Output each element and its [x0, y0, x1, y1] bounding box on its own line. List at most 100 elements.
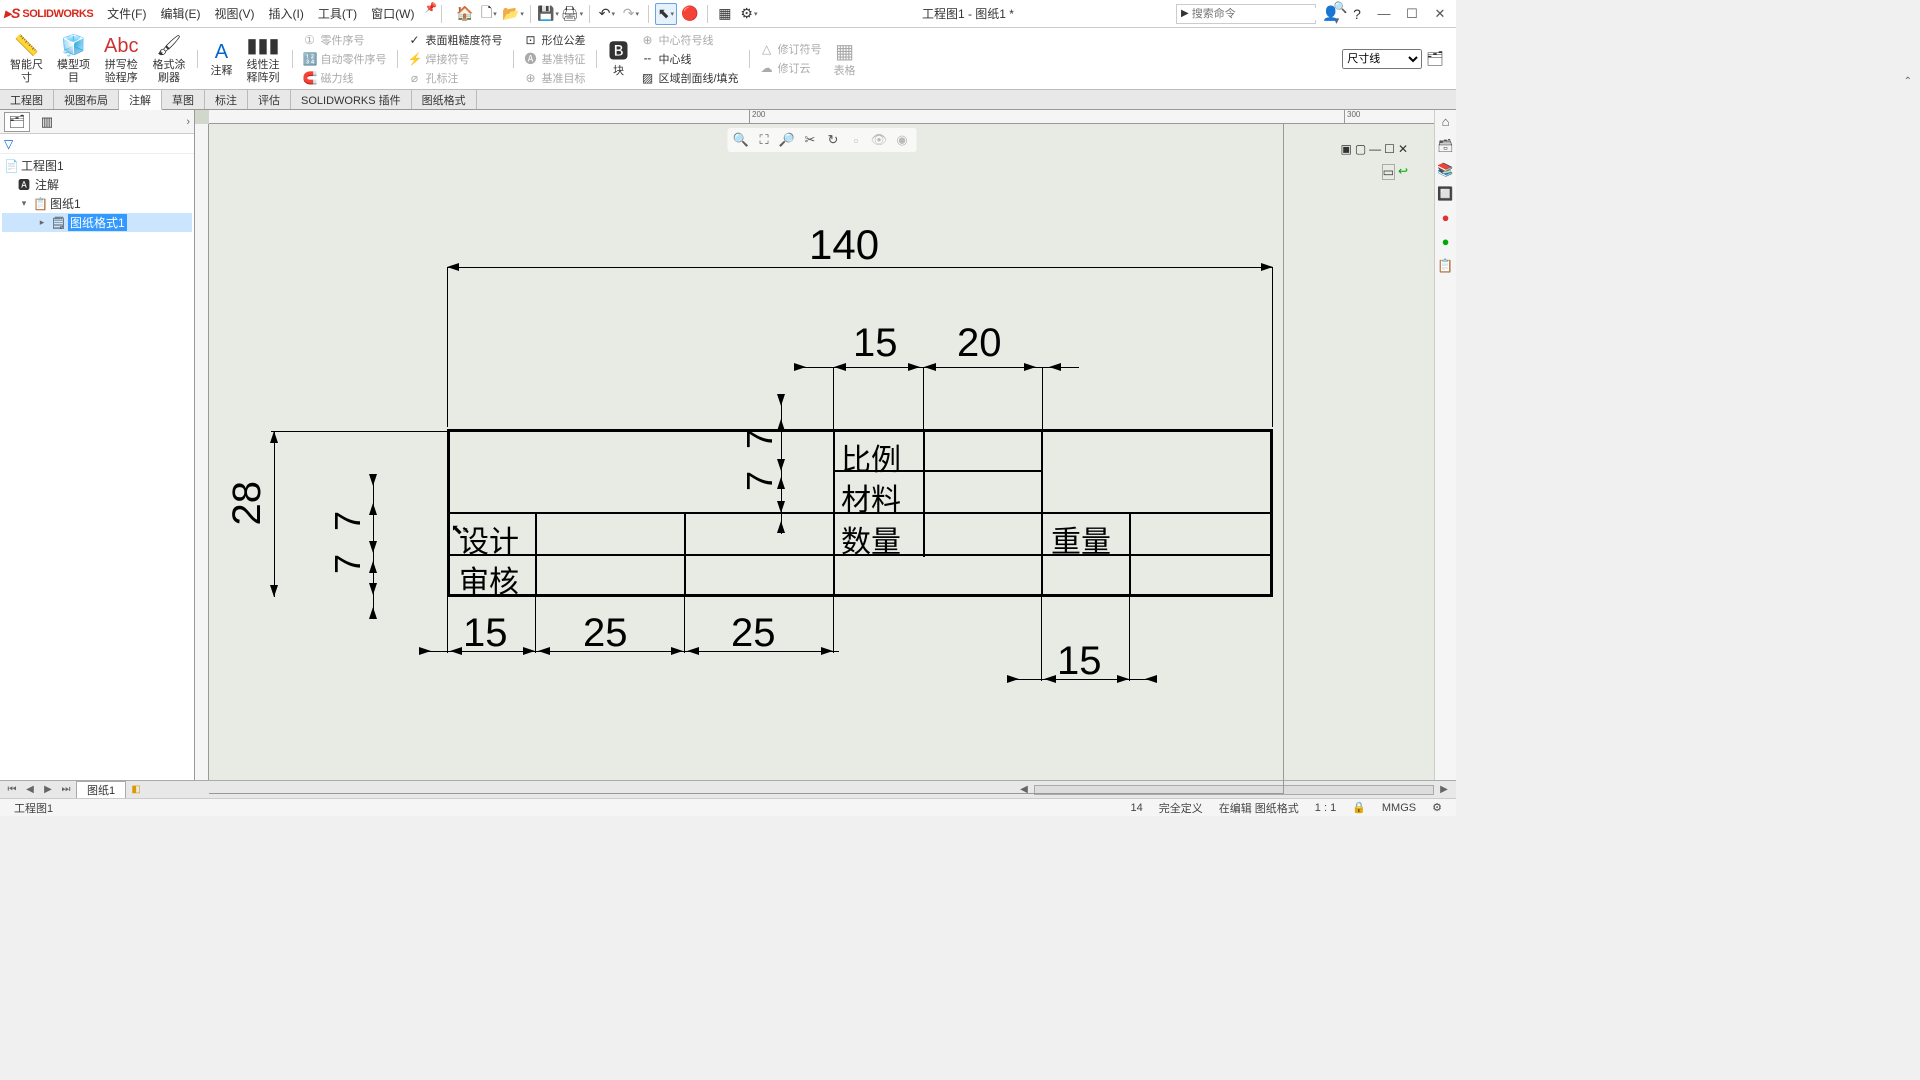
layer-select[interactable]: 尺寸线: [1342, 49, 1422, 69]
menu-insert[interactable]: 插入(I): [262, 3, 309, 24]
mt-min-icon[interactable]: —: [1369, 142, 1381, 156]
select-icon[interactable]: ⬉: [655, 3, 677, 25]
label-qty: 数量: [841, 517, 901, 561]
status-scale[interactable]: 1 : 1: [1307, 802, 1344, 814]
format-painter-button[interactable]: 🖌格式涂 刷器: [146, 31, 191, 87]
tab-drawing[interactable]: 工程图: [0, 90, 54, 109]
feature-manager: 🗂 ▥ › ▽ 📄工程图1 🅰注解 ▾📋图纸1 ▸🗒图纸格式1: [0, 110, 195, 780]
status-units[interactable]: MMGS: [1374, 802, 1424, 814]
menu-file[interactable]: 文件(F): [101, 3, 152, 24]
mt-cascade-icon[interactable]: ▢: [1355, 142, 1366, 156]
label-material: 材料: [841, 475, 901, 519]
rb-forum-icon[interactable]: 📋: [1437, 258, 1455, 276]
dim-7-top: 7: [739, 429, 781, 449]
tab-sketch[interactable]: 草图: [162, 90, 205, 109]
menu-edit[interactable]: 编辑(E): [154, 3, 206, 24]
fm-filter[interactable]: ▽: [0, 134, 194, 154]
layer-props-icon[interactable]: 🗂: [1426, 50, 1444, 67]
app-logo: ▸S SOLIDWORKS: [4, 5, 93, 22]
close-button[interactable]: ✕: [1428, 4, 1452, 24]
print-icon[interactable]: 🖨: [561, 3, 583, 25]
tab-annotate[interactable]: 注解: [119, 90, 162, 110]
menu-view[interactable]: 视图(V): [208, 3, 260, 24]
title-block[interactable]: 140 15 20: [209, 219, 1299, 659]
new-icon[interactable]: 🗋: [478, 3, 500, 25]
dim-15-right: 15: [1057, 639, 1102, 684]
rb-home-icon[interactable]: ⌂: [1437, 114, 1455, 132]
sheet-tab-1[interactable]: 图纸1: [76, 781, 126, 798]
sheet-last-icon[interactable]: ⏭: [58, 784, 74, 795]
filter-icon[interactable]: ▦: [714, 3, 736, 25]
rb-lib-icon[interactable]: 📚: [1437, 162, 1455, 180]
feature-tree[interactable]: 📄工程图1 🅰注解 ▾📋图纸1 ▸🗒图纸格式1: [0, 154, 194, 780]
command-search[interactable]: ▶ 🔍▾: [1176, 4, 1316, 24]
area-hatch-button[interactable]: ▨区域剖面线/填充: [637, 69, 743, 87]
fm-tab-prop[interactable]: ▥: [34, 112, 60, 132]
surface-finish-button[interactable]: ✓表面粗糙度符号: [404, 31, 507, 49]
rebuild-icon[interactable]: 🔴: [679, 3, 701, 25]
sheet-first-icon[interactable]: ⏮: [4, 784, 20, 795]
centerline-button[interactable]: ╌中心线: [637, 50, 743, 68]
rb-appearance-icon[interactable]: ●: [1437, 210, 1455, 228]
tree-root: 📄工程图1: [2, 156, 192, 175]
note-button[interactable]: A注释: [204, 31, 238, 87]
search-play-icon: ▶: [1181, 8, 1189, 19]
login-icon[interactable]: 👤: [1320, 3, 1342, 25]
undo-icon[interactable]: ↶: [596, 3, 618, 25]
dim-7-left-top: 7: [327, 511, 369, 531]
quick-access: 🏠 🗋 📂 💾 🖨 ↶ ↷ ⬉ 🔴 ▦ ⚙: [454, 3, 760, 25]
tab-evaluate[interactable]: 评估: [248, 90, 291, 109]
sheet-add-icon[interactable]: ◧: [128, 784, 144, 795]
block-button[interactable]: 🅱块: [603, 31, 635, 87]
drawing-canvas[interactable]: 🔍 ⛶ 🔎 ✂ ↻ ▫ 👁 ◉ 140: [209, 124, 1434, 780]
hole-callout-button: ⌀孔标注: [404, 69, 507, 87]
help-icon[interactable]: ?: [1346, 3, 1368, 25]
spell-check-button[interactable]: Abc拼写检 验程序: [98, 31, 144, 87]
minimize-button[interactable]: —: [1372, 4, 1396, 24]
status-edit-mode: 在编辑 图纸格式: [1211, 800, 1307, 816]
mt-close-icon[interactable]: ✕: [1398, 142, 1408, 156]
dim-7-bot: 7: [739, 471, 781, 491]
tab-sheet-format[interactable]: 图纸格式: [412, 90, 477, 109]
geo-tol-button[interactable]: ⊡形位公差: [520, 31, 590, 49]
fm-tab-tree[interactable]: 🗂: [4, 112, 30, 132]
mt-tile-icon[interactable]: ▣: [1340, 142, 1351, 156]
datum-feature-button: 🅐基准特征: [520, 50, 590, 68]
menu-tools[interactable]: 工具(T): [312, 3, 363, 24]
mt-accept-icon[interactable]: ↩: [1398, 164, 1408, 180]
menu-pin-icon[interactable]: 📌: [424, 3, 436, 24]
status-settings-icon[interactable]: ⚙: [1424, 801, 1450, 814]
search-input[interactable]: [1192, 8, 1334, 20]
magnetic-line-button: 🧲磁力线: [299, 69, 391, 87]
home-icon[interactable]: 🏠: [454, 3, 476, 25]
smart-dimension-button[interactable]: 📏智能尺 寸: [4, 31, 49, 87]
save-icon[interactable]: 💾: [537, 3, 559, 25]
status-doc: 工程图1: [6, 800, 61, 816]
maximize-button[interactable]: ☐: [1400, 4, 1424, 24]
options-icon[interactable]: ⚙: [738, 3, 760, 25]
mt-view-icon[interactable]: ▭: [1382, 164, 1395, 180]
rb-custom-icon[interactable]: ●: [1437, 234, 1455, 252]
hscroll-right-icon[interactable]: ▶: [1436, 784, 1452, 795]
rb-view-icon[interactable]: 🔲: [1437, 186, 1455, 204]
sheet-next-icon[interactable]: ▶: [40, 784, 56, 795]
redo-icon[interactable]: ↷: [620, 3, 642, 25]
menu-window[interactable]: 窗口(W): [365, 3, 420, 24]
model-items-button[interactable]: 🧊模型项 目: [51, 31, 96, 87]
tab-markup[interactable]: 标注: [205, 90, 248, 109]
rb-resources-icon[interactable]: 🗃: [1437, 138, 1455, 156]
sheet-prev-icon[interactable]: ◀: [22, 784, 38, 795]
mini-toolbar: ▣ ▢ — ☐ ✕ ▭ ↩: [1312, 138, 1412, 198]
ribbon-collapse-icon[interactable]: ⌃: [1904, 76, 1912, 87]
tab-layout[interactable]: 视图布局: [54, 90, 119, 109]
tree-annotations: 🅰注解: [2, 175, 192, 194]
status-lock-icon[interactable]: 🔒: [1344, 801, 1374, 814]
fm-expand-icon[interactable]: ›: [186, 116, 190, 128]
dim-15-top: 15: [853, 321, 898, 366]
status-bar: 工程图1 14 完全定义 在编辑 图纸格式 1 : 1 🔒 MMGS ⚙: [0, 798, 1456, 816]
open-icon[interactable]: 📂: [502, 3, 524, 25]
mt-max-icon[interactable]: ☐: [1384, 142, 1395, 156]
tab-addins[interactable]: SOLIDWORKS 插件: [291, 90, 412, 109]
canvas-area: 200 300 🔍 ⛶ 🔎 ✂ ↻ ▫ 👁 ◉: [195, 110, 1434, 780]
linear-note-pattern-button[interactable]: ▮▮▮线性注 释阵列: [240, 31, 285, 87]
